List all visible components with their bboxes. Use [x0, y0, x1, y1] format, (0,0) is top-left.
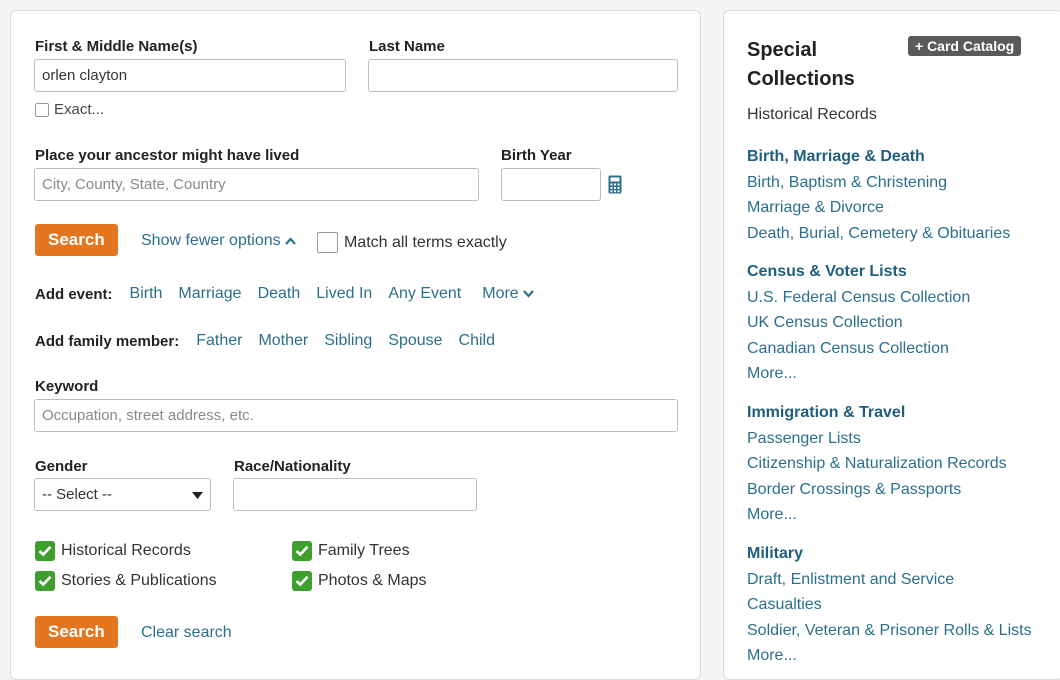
category-immigration-travel: Immigration & Travel Passenger Lists Cit… [747, 400, 1007, 528]
event-more-dropdown[interactable]: More [482, 285, 534, 303]
clear-search-link[interactable]: Clear search [141, 624, 232, 642]
exact-checkbox[interactable] [35, 102, 49, 117]
category-more-link[interactable]: More... [747, 502, 1007, 528]
checkmark-icon[interactable] [292, 541, 312, 561]
family-spouse-link[interactable]: Spouse [388, 332, 442, 350]
match-all-checkbox[interactable] [317, 232, 338, 253]
exact-label: Exact... [54, 101, 105, 118]
category-link[interactable]: U.S. Federal Census Collection [747, 285, 970, 311]
gender-label: Gender [35, 458, 88, 475]
category-link[interactable]: Soldier, Veteran & Prisoner Rolls & List… [747, 618, 1032, 644]
type-label: Family Trees [318, 542, 410, 559]
title-line-2: Collections [747, 68, 855, 90]
event-marriage-link[interactable]: Marriage [178, 285, 241, 303]
last-name-label: Last Name [369, 38, 445, 55]
add-family-row: Add family member: Father Mother Sibling… [35, 332, 511, 350]
category-link[interactable]: Border Crossings & Passports [747, 477, 1007, 503]
keyword-input[interactable] [34, 399, 678, 432]
family-sibling-link[interactable]: Sibling [324, 332, 372, 350]
first-name-input[interactable] [34, 59, 346, 92]
collections-subtitle: Historical Records [747, 106, 877, 123]
category-link[interactable]: Passenger Lists [747, 426, 1007, 452]
category-heading[interactable]: Census & Voter Lists [747, 259, 970, 285]
type-family-trees[interactable]: Family Trees [292, 541, 410, 561]
add-family-label: Add family member: [35, 332, 180, 350]
add-event-row: Add event: Birth Marriage Death Lived In… [35, 285, 534, 303]
category-heading[interactable]: Military [747, 541, 1032, 567]
exact-option[interactable]: Exact... [35, 101, 104, 118]
category-more-link[interactable]: More... [747, 361, 970, 387]
place-label: Place your ancestor might have lived [35, 147, 300, 164]
match-all-option[interactable]: Match all terms exactly [317, 232, 507, 253]
last-name-input[interactable] [368, 59, 678, 92]
event-any-event-link[interactable]: Any Event [388, 285, 461, 303]
checkmark-icon[interactable] [35, 541, 55, 561]
chevron-down-icon [522, 285, 534, 303]
category-link[interactable]: Draft, Enlistment and Service [747, 567, 1032, 593]
category-census-voter: Census & Voter Lists U.S. Federal Census… [747, 259, 970, 387]
type-historical-records[interactable]: Historical Records [35, 541, 191, 561]
place-input[interactable] [34, 168, 479, 201]
race-input[interactable] [233, 478, 477, 511]
category-birth-marriage-death: Birth, Marriage & Death Birth, Baptism &… [747, 144, 1010, 246]
event-lived-in-link[interactable]: Lived In [316, 285, 372, 303]
calculator-icon[interactable] [608, 175, 622, 199]
category-link[interactable]: Canadian Census Collection [747, 336, 970, 362]
birth-year-label: Birth Year [501, 147, 572, 164]
category-link[interactable]: Marriage & Divorce [747, 195, 1010, 221]
category-heading[interactable]: Immigration & Travel [747, 400, 1007, 426]
checkmark-icon[interactable] [292, 571, 312, 591]
chevron-up-icon [284, 232, 296, 250]
add-event-label: Add event: [35, 285, 113, 303]
type-label: Historical Records [61, 542, 191, 559]
gender-select[interactable]: -- Select -- [34, 478, 211, 511]
special-collections-title: Special Collections [747, 36, 855, 94]
card-catalog-button[interactable]: + Card Catalog [908, 36, 1022, 56]
caret-down-icon [192, 486, 203, 503]
type-label: Photos & Maps [318, 572, 427, 589]
birth-year-input[interactable] [501, 168, 601, 201]
keyword-label: Keyword [35, 378, 99, 395]
family-father-link[interactable]: Father [196, 332, 242, 350]
category-more-link[interactable]: More... [747, 643, 1032, 669]
search-button-bottom[interactable]: Search [35, 616, 118, 648]
event-death-link[interactable]: Death [258, 285, 301, 303]
show-fewer-label: Show fewer options [141, 232, 281, 249]
family-mother-link[interactable]: Mother [258, 332, 308, 350]
gender-selected-value: -- Select -- [42, 486, 113, 503]
event-birth-link[interactable]: Birth [130, 285, 163, 303]
category-military: Military Draft, Enlistment and Service C… [747, 541, 1032, 669]
race-label: Race/Nationality [234, 458, 351, 475]
category-link[interactable]: Citizenship & Naturalization Records [747, 451, 1007, 477]
type-stories-publications[interactable]: Stories & Publications [35, 571, 217, 591]
category-link[interactable]: Death, Burial, Cemetery & Obituaries [747, 221, 1010, 247]
type-photos-maps[interactable]: Photos & Maps [292, 571, 427, 591]
category-link[interactable]: UK Census Collection [747, 310, 970, 336]
search-button-top[interactable]: Search [35, 224, 118, 256]
type-label: Stories & Publications [61, 572, 217, 589]
category-heading[interactable]: Birth, Marriage & Death [747, 144, 1010, 170]
category-link[interactable]: Birth, Baptism & Christening [747, 170, 1010, 196]
first-name-label: First & Middle Name(s) [35, 38, 198, 55]
title-line-1: Special [747, 39, 818, 61]
category-link[interactable]: Casualties [747, 592, 1032, 618]
show-fewer-options-link[interactable]: Show fewer options [141, 232, 296, 250]
checkmark-icon[interactable] [35, 571, 55, 591]
match-all-label: Match all terms exactly [344, 233, 507, 251]
family-child-link[interactable]: Child [459, 332, 495, 350]
event-more-label: More [482, 285, 519, 302]
